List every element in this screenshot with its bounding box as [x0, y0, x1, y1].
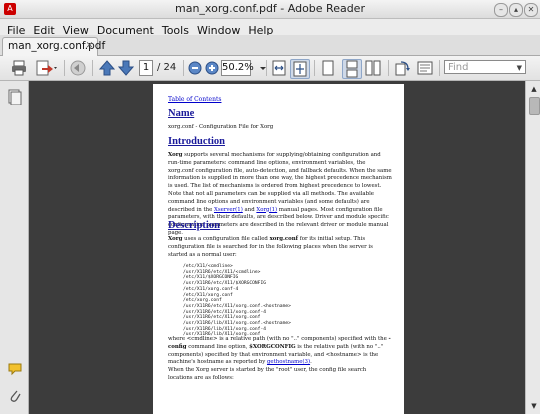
zoom-input[interactable]: 50.2% [221, 60, 254, 76]
document-viewport[interactable]: Table of Contents Name xorg.conf - Confi… [29, 81, 525, 414]
gethostname-link[interactable]: gethostname(3) [267, 359, 310, 365]
zoom-in-icon[interactable] [203, 59, 221, 77]
minimize-button[interactable]: – [494, 3, 508, 17]
where-bold2: $XORGCONFIG [249, 343, 296, 350]
rotate-icon[interactable] [393, 59, 411, 77]
fit-width-icon[interactable] [270, 59, 288, 77]
page-total: / 24 [157, 62, 177, 73]
previous-view-icon[interactable] [69, 59, 87, 77]
export-icon[interactable] [34, 59, 57, 77]
tab-bar: man_xorg.conf.pdf ✕ [0, 35, 540, 56]
pages-icon[interactable] [8, 89, 22, 106]
close-icon[interactable]: ✕ [85, 42, 94, 51]
window-title: man_xorg.conf.pdf - Adobe Reader [175, 2, 365, 15]
navigation-panel [0, 81, 29, 414]
title-bar: A man_xorg.conf.pdf - Adobe Reader – ▴ ✕ [0, 0, 540, 19]
code-block: /etc/X11/<cmdline>/usr/X11R6/etc/X11/<cm… [183, 264, 407, 338]
intro-mid: and [242, 206, 257, 213]
description-heading: Description [168, 220, 220, 231]
find-input[interactable]: Find ▼ [444, 60, 526, 74]
continuous-page-icon[interactable] [342, 59, 362, 79]
tab-document[interactable]: man_xorg.conf.pdf ✕ [2, 37, 105, 56]
zoom-out-icon[interactable] [186, 59, 204, 77]
comments-icon[interactable] [8, 361, 22, 377]
where-text4: . [310, 359, 312, 366]
menu-bar: File Edit View Document Tools Window Help [0, 19, 540, 37]
where-paragraph: where <cmdline> is a relative path (with… [168, 336, 392, 367]
print-icon[interactable] [10, 59, 28, 77]
vertical-scrollbar[interactable]: ▲ ▼ [525, 81, 540, 414]
desc-bold1: Xorg [168, 236, 183, 242]
chevron-down-icon[interactable]: ▼ [517, 61, 522, 75]
reading-mode-icon[interactable] [416, 59, 434, 77]
where-text2: command line option, [186, 343, 250, 350]
close-button[interactable]: ✕ [524, 3, 538, 17]
xserver-link[interactable]: Xserver(1) [214, 207, 243, 213]
xorg-link[interactable]: Xorg(1) [256, 207, 277, 213]
description-paragraph: Xorg uses a configuration file called xo… [168, 236, 392, 259]
desc-bold2: xorg.conf [269, 236, 298, 242]
scroll-up-icon[interactable]: ▲ [529, 84, 539, 94]
toc-link[interactable]: Table of Contents [168, 96, 392, 103]
desc-text1: uses a configuration file called [182, 236, 270, 242]
root-paragraph: When the Xorg server is started by the "… [168, 367, 367, 381]
name-heading: Name [168, 108, 195, 119]
where-text1: where <cmdline> is a relative path (with… [168, 336, 389, 342]
introduction-heading: Introduction [168, 136, 225, 147]
attachments-icon[interactable] [8, 387, 22, 403]
intro-bold: Xorg [168, 152, 183, 158]
scroll-down-icon[interactable]: ▼ [529, 401, 539, 411]
page-number-input[interactable]: 1 [139, 60, 153, 76]
single-page-icon[interactable] [319, 59, 337, 77]
scrollbar-thumb[interactable] [529, 97, 540, 115]
pdf-page: Table of Contents Name xorg.conf - Confi… [153, 84, 404, 414]
previous-page-icon[interactable] [98, 59, 116, 77]
intro-text: supports several mechanisms for supplyin… [168, 152, 392, 213]
facing-pages-icon[interactable] [364, 59, 382, 77]
fit-page-icon[interactable] [290, 59, 310, 79]
find-placeholder: Find [448, 62, 469, 73]
name-text: xorg.conf - Configuration File for Xorg [168, 124, 274, 130]
maximize-button[interactable]: ▴ [509, 3, 523, 17]
next-page-icon[interactable] [117, 59, 135, 77]
